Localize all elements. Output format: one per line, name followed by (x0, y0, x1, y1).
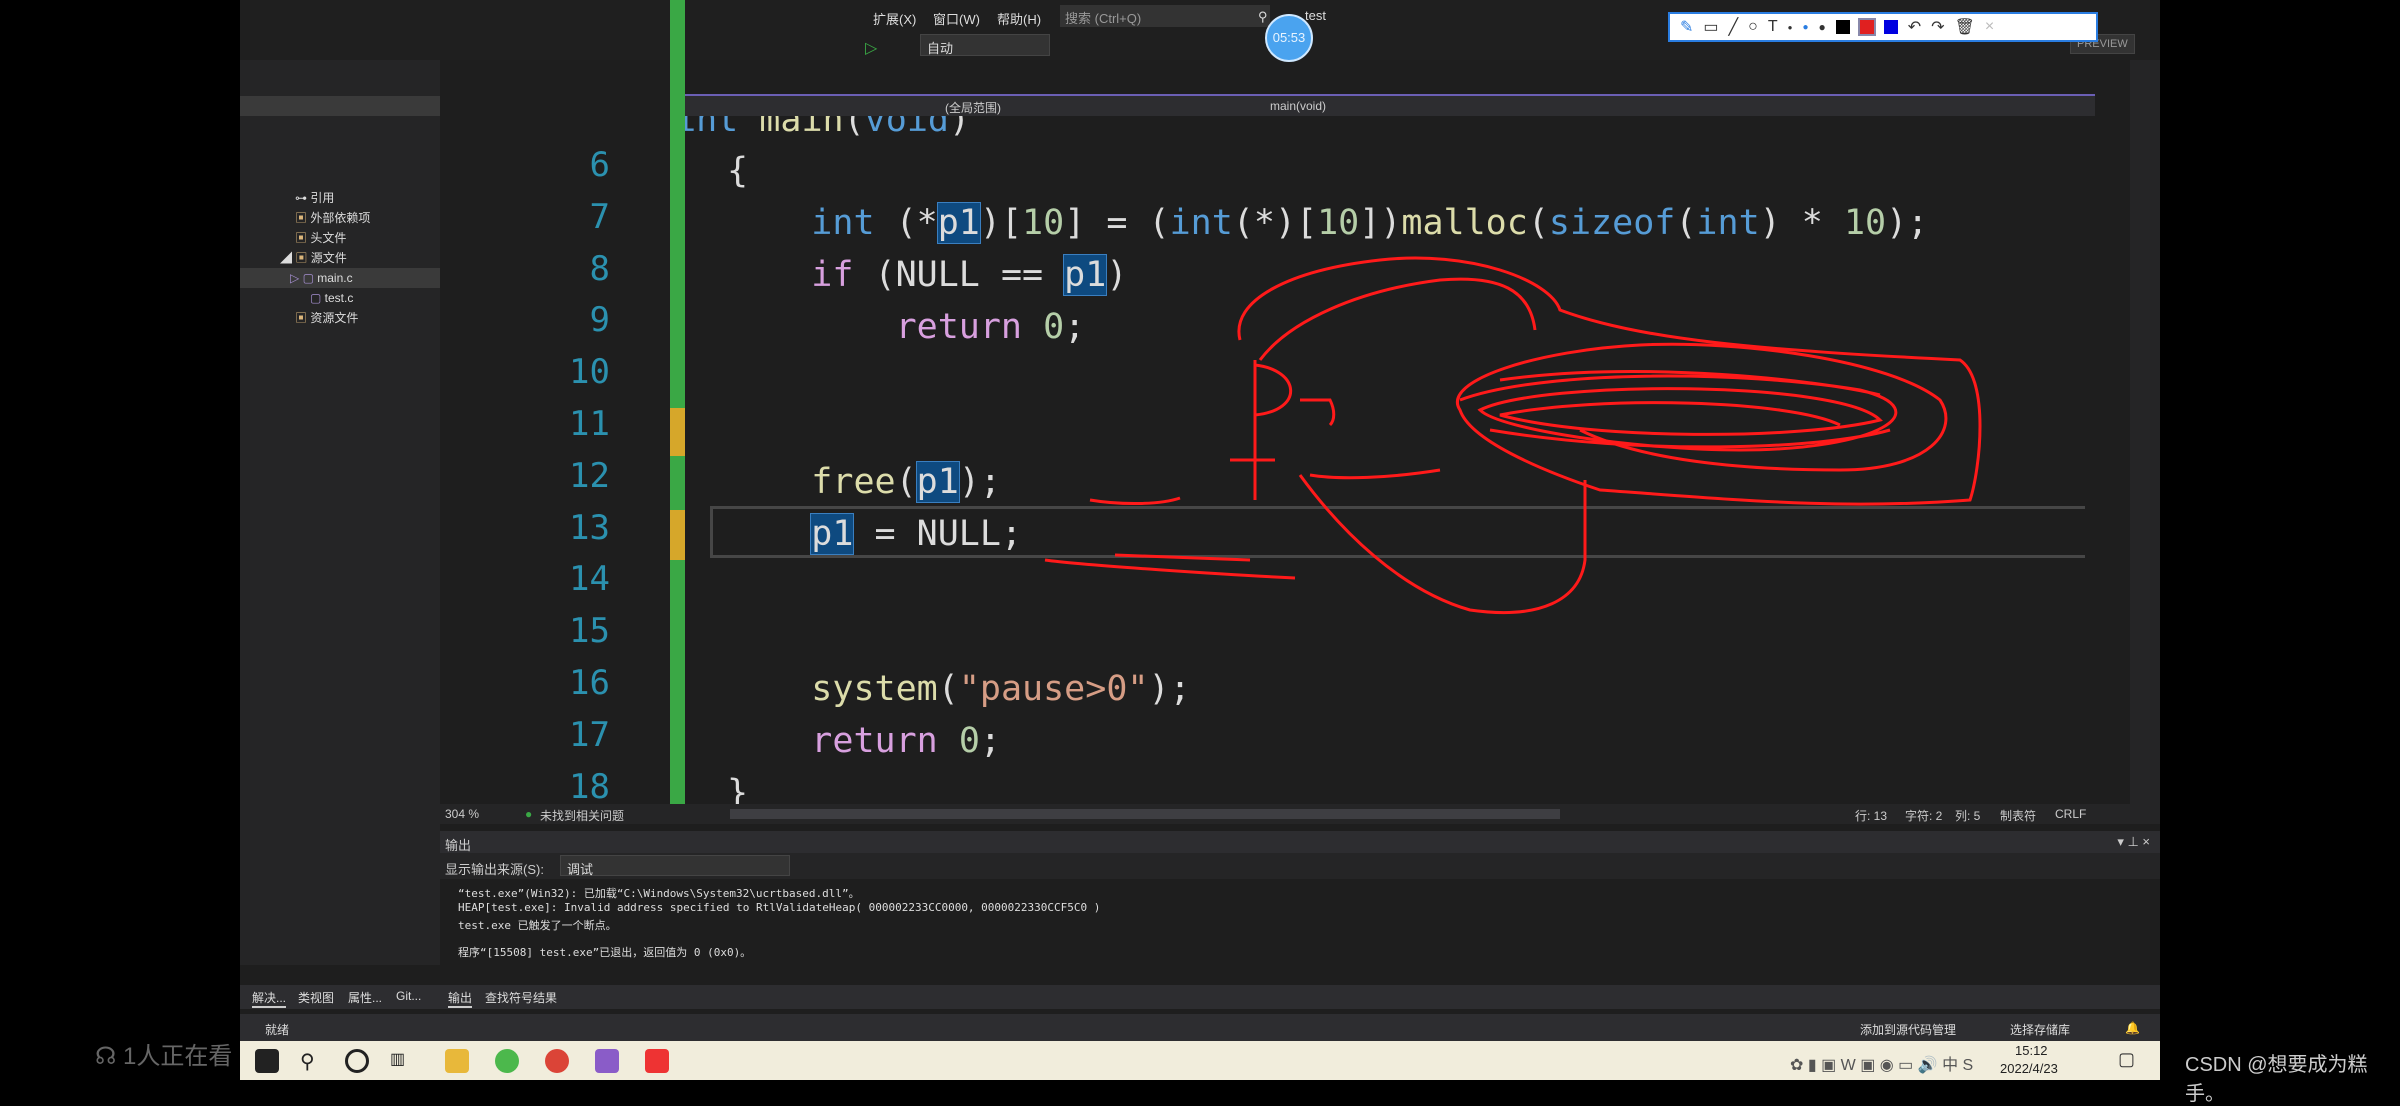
search-icon[interactable]: ⚲ (300, 1049, 324, 1073)
output-source-dropdown[interactable]: 调试 (560, 855, 790, 877)
system-tray-icons[interactable]: ✿ ▮ ▣ W ▣ ◉ ▭ 🔊 中 S (1790, 1051, 1973, 1075)
wps-icon[interactable] (645, 1049, 669, 1073)
cursor-char: 字符: 2 (1905, 809, 1943, 823)
cortana-icon[interactable] (345, 1049, 369, 1073)
output-source-row: 显示输出来源(S): 调试 (440, 853, 2160, 879)
taskbar: ⚲ ▥ ✿ ▮ ▣ W ▣ ◉ ▭ 🔊 中 S 15:12 2022/4/23 … (240, 1041, 2160, 1080)
tab-properties[interactable]: 属性... (348, 989, 382, 1006)
tab-class-view[interactable]: 类视图 (298, 989, 334, 1006)
viewer-count: ☊ 1人正在看 (95, 1043, 233, 1070)
red-scribble-box (1237, 256, 1982, 506)
indent-mode[interactable]: 制表符 (2000, 807, 2036, 824)
output-text[interactable]: “test.exe”(Win32): 已加载“C:\Windows\System… (440, 879, 2140, 979)
add-source-control[interactable]: 添加到源代码管理 (1860, 1021, 1956, 1038)
red-scribble-fill (1459, 370, 1898, 452)
output-panel-header: 输出 ▾ ⊥ × (440, 831, 2160, 853)
chrome-icon[interactable] (545, 1049, 569, 1073)
horizontal-scrollbar[interactable] (730, 809, 1560, 819)
status-ready: 就绪 (265, 1023, 290, 1037)
zoom-level[interactable]: 304 % (445, 807, 479, 821)
action-center-icon[interactable]: ▢ (2118, 1049, 2135, 1070)
red-underline-null (1044, 553, 1296, 580)
bottom-tabs: 解决... 类视图 属性... Git... 输出 查找符号结果 (240, 985, 2160, 1009)
browser-ie-icon[interactable] (495, 1049, 519, 1073)
red-pointer-box (1230, 360, 1336, 500)
watermark: CSDN @想要成为糕手。 (2185, 1054, 2368, 1105)
issues-status[interactable]: 未找到相关问题 (540, 807, 624, 824)
status-bar: 就绪 添加到源代码管理 选择存储库 🔔 (240, 1014, 2160, 1041)
file-explorer-icon[interactable] (445, 1049, 469, 1073)
tab-git[interactable]: Git... (396, 989, 421, 1003)
tab-find-symbol[interactable]: 查找符号结果 (485, 989, 557, 1006)
red-arrow (1298, 468, 1587, 615)
notification-icon[interactable]: 🔔 (2125, 1021, 2140, 1035)
visual-studio-icon[interactable] (595, 1049, 619, 1073)
cursor-col: 列: 5 (1955, 809, 1981, 823)
clock-date[interactable]: 2022/4/23 (2000, 1061, 2058, 1076)
people-icon: ☊ (95, 1043, 123, 1070)
line-ending[interactable]: CRLF (2055, 807, 2086, 821)
editor-status-bar: 304 % ● 未找到相关问题 行: 13 字符: 2 列: 5 制表符 CRL… (440, 804, 2160, 824)
close-panel-icon[interactable]: ▾ ⊥ × (2117, 834, 2150, 850)
select-repo[interactable]: 选择存储库 (2010, 1021, 2070, 1038)
ide-window: 扩展(X) 窗口(W) 帮助(H) 搜索 (Ctrl+Q) ⚲ test ▷ 自… (240, 0, 2160, 1080)
issues-ok-icon: ● (525, 807, 533, 821)
cursor-line: 行: 13 (1855, 809, 1888, 823)
clock-time[interactable]: 15:12 (2015, 1043, 2048, 1058)
tab-output[interactable]: 输出 (448, 989, 473, 1008)
task-view-icon[interactable]: ▥ (390, 1049, 414, 1073)
windows-start-icon[interactable] (255, 1049, 279, 1073)
red-underline-free (1089, 496, 1181, 505)
red-arc-top (1258, 277, 1537, 361)
tab-solution-explorer[interactable]: 解决... (252, 989, 287, 1008)
